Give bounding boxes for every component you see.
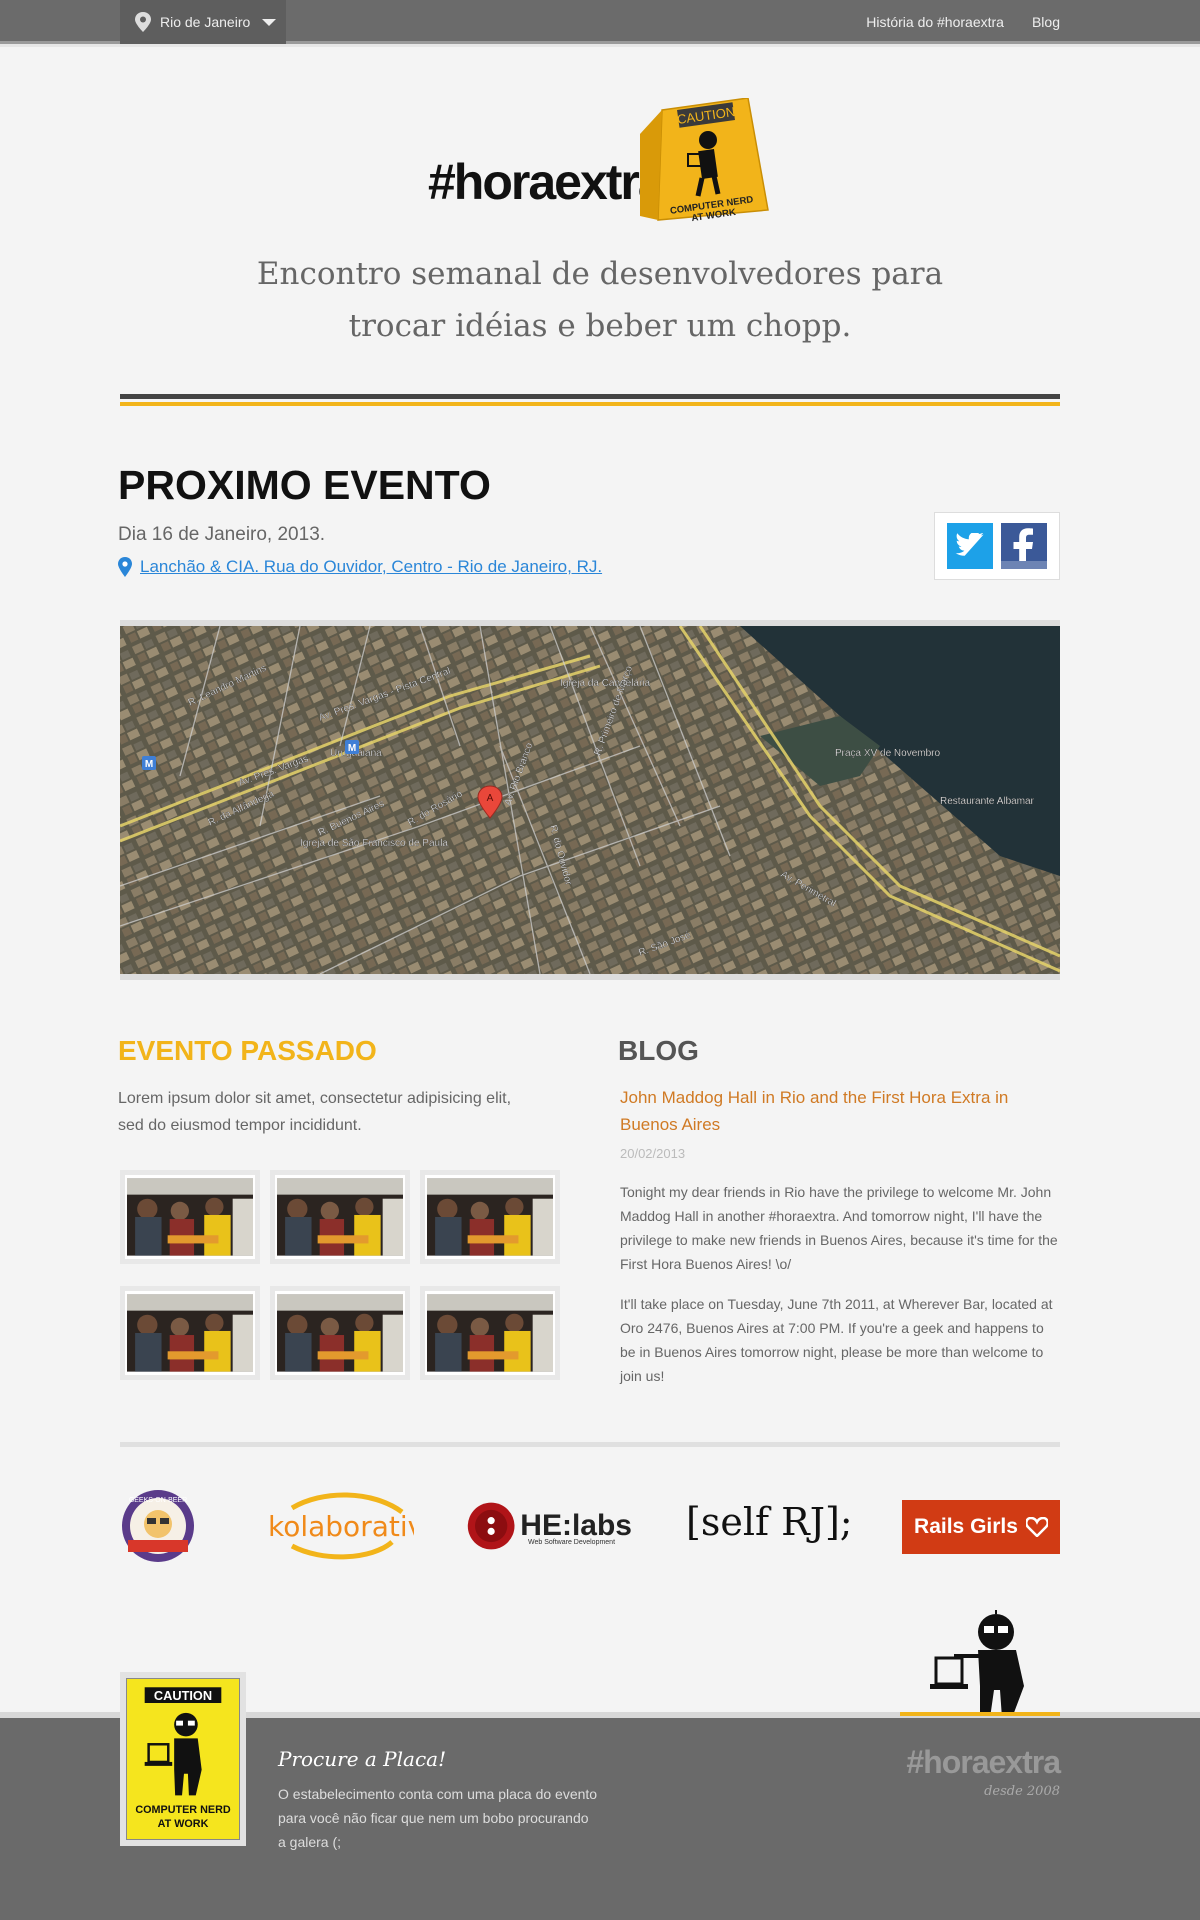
location-pin-icon — [118, 557, 132, 577]
next-event-location-text: Lanchão & CIA. Rua do Ouvidor, Centro - … — [140, 557, 603, 576]
header-divider — [120, 394, 1060, 406]
twitter-share-button[interactable] — [947, 523, 993, 569]
footer-since: desde 2008 — [984, 1784, 1060, 1799]
svg-text:Restaurante Albamar: Restaurante Albamar — [940, 796, 1035, 807]
svg-text:GEEKS-ON-BEER: GEEKS-ON-BEER — [129, 1497, 187, 1504]
svg-text:M: M — [348, 743, 356, 754]
sponsor-kolaborativa[interactable]: kolaborativa — [262, 1490, 414, 1560]
footer-text: O estabelecimento conta com uma placa do… — [278, 1786, 598, 1850]
kolaborativa-logo-icon: kolaborativa — [268, 1492, 414, 1560]
blog-post-paragraph-1: Tonight my dear friends in Rio have the … — [620, 1184, 1058, 1272]
svg-text:AT WORK: AT WORK — [158, 1818, 209, 1830]
top-bar: Rio de Janeiro História do #horaextra Bl… — [0, 0, 1200, 44]
photo-image — [127, 1294, 253, 1372]
tagline-line-1: Encontro semanal de desenvolvedores para — [256, 256, 944, 292]
caution-sign-icon: CAUTION COMPUTER NERD AT WORK — [640, 98, 769, 224]
city-selector-label: Rio de Janeiro — [160, 14, 251, 30]
nav-history-link[interactable]: História do #horaextra — [866, 14, 1004, 30]
blog-post-link[interactable]: John Maddog Hall in Rio and the First Ho… — [620, 1084, 1040, 1138]
past-event-title: EVENTO PASSADO — [118, 1035, 377, 1066]
nerd-mascot-icon — [930, 1610, 1024, 1718]
blog-title: BLOG — [618, 1035, 699, 1066]
svg-text:CAUTION: CAUTION — [154, 1688, 212, 1703]
heart-icon — [1025, 1517, 1048, 1537]
next-event-title: PROXIMO EVENTO — [118, 462, 491, 508]
svg-text:M: M — [145, 759, 153, 770]
tagline-line-2: trocar idéias e beber um chopp. — [348, 308, 852, 344]
next-event-location-link[interactable]: Lanchão & CIA. Rua do Ouvidor, Centro - … — [118, 557, 602, 577]
top-nav: História do #horaextra Blog — [866, 0, 1060, 44]
gallery-photo[interactable] — [120, 1170, 260, 1264]
social-share-box — [934, 512, 1060, 580]
facebook-share-button[interactable] — [1001, 523, 1047, 569]
blog-post-date: 20/02/2013 — [620, 1146, 686, 1161]
sponsor-geeks-on-beer[interactable]: GEEKS-ON-BEER — [120, 1488, 196, 1564]
location-pin-icon — [135, 12, 151, 32]
gallery-photo[interactable] — [120, 1286, 260, 1380]
satellite-map-image: R. Leandro Martins Av. Pres. Vargas - Pi… — [120, 626, 1060, 974]
next-event-date: Dia 16 de Janeiro, 2013. — [118, 524, 326, 545]
gallery-photo[interactable] — [420, 1170, 560, 1264]
helabs-logo-icon — [467, 1502, 515, 1550]
section-divider — [120, 1442, 1060, 1447]
nav-blog-link[interactable]: Blog — [1032, 14, 1060, 30]
mascot-accent-bar — [900, 1712, 1060, 1716]
twitter-icon — [955, 533, 984, 556]
gallery-photo[interactable] — [270, 1170, 410, 1264]
gallery-photo[interactable] — [420, 1286, 560, 1380]
photo-image — [127, 1178, 253, 1256]
svg-text:Praça XV de Novembro: Praça XV de Novembro — [835, 748, 940, 759]
facebook-icon — [1001, 528, 1047, 569]
footer-heading: Procure a Placa! — [278, 1747, 447, 1771]
gallery-photo[interactable] — [270, 1286, 410, 1380]
footer-brand: #horaextra — [906, 1744, 1061, 1780]
logo-text: #horaextra — [428, 154, 666, 210]
svg-text:A: A — [487, 793, 494, 804]
city-selector[interactable]: Rio de Janeiro — [120, 0, 286, 44]
photo-image — [277, 1294, 403, 1372]
sponsor-rails-girls[interactable]: Rails Girls — [902, 1500, 1060, 1554]
svg-text:kolaborativa: kolaborativa — [268, 1510, 414, 1543]
chevron-down-icon — [262, 18, 277, 26]
helabs-subtitle: Web Software Development — [528, 1539, 616, 1546]
svg-text:COMPUTER NERD: COMPUTER NERD — [135, 1804, 231, 1816]
svg-text:Igreja de São Francisco de Pau: Igreja de São Francisco de Paula — [300, 838, 448, 849]
svg-text:Igreja da Candelária: Igreja da Candelária — [560, 678, 650, 689]
caution-placard-icon: CAUTION COMPUTER NERD AT WORK — [126, 1678, 240, 1840]
caution-placard: CAUTION COMPUTER NERD AT WORK — [120, 1672, 246, 1846]
past-event-gallery — [120, 1170, 560, 1380]
geeks-on-beer-logo-icon: GEEKS-ON-BEER — [122, 1490, 194, 1562]
sponsor-self-rj[interactable]: [self RJ]; — [686, 1500, 853, 1544]
tagline: Encontro semanal de desenvolvedores para… — [200, 248, 1000, 352]
photo-image — [277, 1178, 403, 1256]
event-map[interactable]: R. Leandro Martins Av. Pres. Vargas - Pi… — [120, 620, 1060, 980]
past-event-description: Lorem ipsum dolor sit amet, consectetur … — [118, 1090, 512, 1134]
photo-image — [427, 1294, 553, 1372]
sponsor-helabs[interactable]: HE:labs Web Software Development — [466, 1496, 632, 1556]
photo-image — [427, 1178, 553, 1256]
rails-girls-label: Rails Girls — [914, 1515, 1018, 1538]
blog-post-paragraph-2: It'll take place on Tuesday, June 7th 20… — [620, 1296, 1053, 1384]
site-logo[interactable]: #horaextra CAUTION COMPUTER NERD AT WORK — [428, 98, 778, 228]
helabs-name: HE:labs — [520, 1509, 632, 1542]
